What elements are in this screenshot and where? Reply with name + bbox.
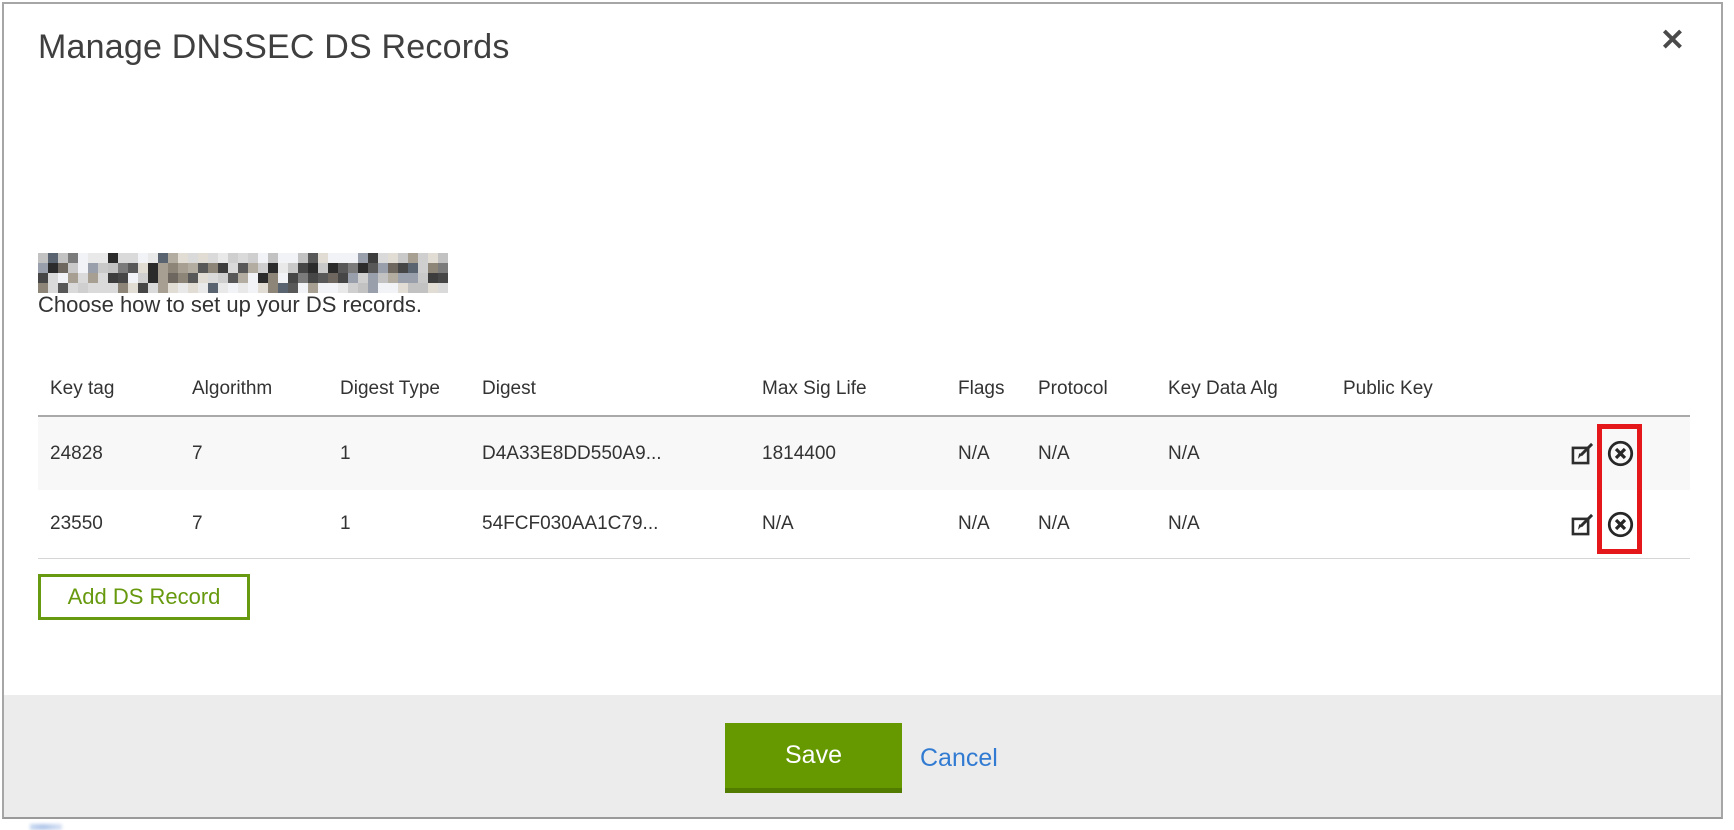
delete-record-icon[interactable]	[1606, 439, 1635, 468]
cell-flags: N/A	[946, 513, 1026, 535]
close-icon[interactable]: ✕	[1660, 26, 1685, 56]
instruction-text: Choose how to set up your DS records.	[38, 292, 422, 318]
save-button[interactable]: Save	[725, 723, 902, 793]
col-header-digest: Digest	[470, 378, 750, 400]
cell-key-tag: 24828	[38, 443, 180, 465]
redacted-domain-name	[38, 253, 448, 293]
col-header-key-tag: Key tag	[38, 378, 180, 400]
ds-records-table: Key tag Algorithm Digest Type Digest Max…	[38, 362, 1690, 559]
cell-protocol: N/A	[1026, 443, 1156, 465]
col-header-protocol: Protocol	[1026, 378, 1156, 400]
add-ds-record-button[interactable]: Add DS Record	[38, 574, 250, 620]
background-page-sliver	[30, 824, 62, 830]
cell-algorithm: 7	[180, 443, 328, 465]
table-row: 24828 7 1 D4A33E8DD550A9... 1814400 N/A …	[38, 417, 1690, 490]
page-title: Manage DNSSEC DS Records	[38, 28, 510, 67]
col-header-flags: Flags	[946, 378, 1026, 400]
col-header-public-key: Public Key	[1331, 378, 1550, 400]
cell-max-sig-life: N/A	[750, 513, 946, 535]
cell-key-tag: 23550	[38, 513, 180, 535]
delete-record-icon[interactable]	[1606, 510, 1635, 539]
col-header-key-data-alg: Key Data Alg	[1156, 378, 1331, 400]
col-header-max-sig-life: Max Sig Life	[750, 378, 946, 400]
row-actions	[1550, 439, 1690, 468]
cell-key-data-alg: N/A	[1156, 513, 1331, 535]
cell-flags: N/A	[946, 443, 1026, 465]
cell-digest: D4A33E8DD550A9...	[470, 443, 750, 465]
row-actions	[1550, 510, 1690, 539]
modal-footer: Save Cancel	[4, 695, 1721, 817]
cancel-button[interactable]: Cancel	[920, 723, 998, 793]
table-header-row: Key tag Algorithm Digest Type Digest Max…	[38, 362, 1690, 417]
cell-key-data-alg: N/A	[1156, 443, 1331, 465]
cell-digest-type: 1	[328, 443, 470, 465]
col-header-digest-type: Digest Type	[328, 378, 470, 400]
cell-digest: 54FCF030AA1C79...	[470, 513, 750, 535]
cell-algorithm: 7	[180, 513, 328, 535]
col-header-algorithm: Algorithm	[180, 378, 328, 400]
table-row: 23550 7 1 54FCF030AA1C79... N/A N/A N/A …	[38, 490, 1690, 559]
cell-protocol: N/A	[1026, 513, 1156, 535]
edit-record-icon[interactable]	[1568, 439, 1597, 468]
cell-max-sig-life: 1814400	[750, 443, 946, 465]
edit-record-icon[interactable]	[1568, 510, 1597, 539]
dnssec-modal: Manage DNSSEC DS Records ✕ Choose how to…	[2, 2, 1723, 819]
cell-digest-type: 1	[328, 513, 470, 535]
